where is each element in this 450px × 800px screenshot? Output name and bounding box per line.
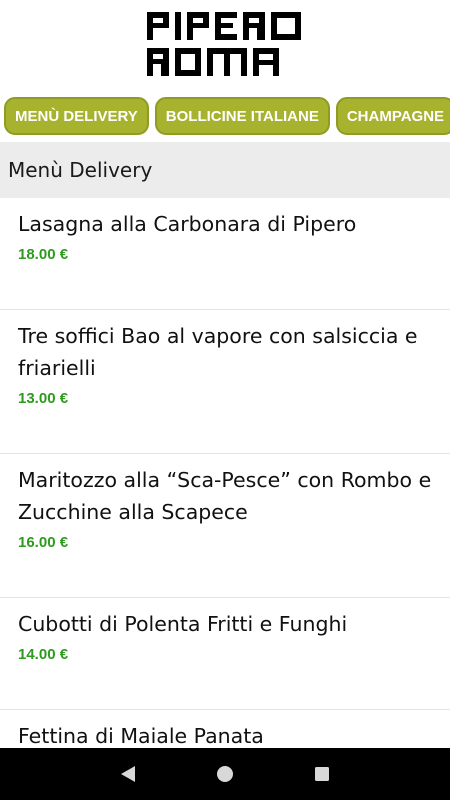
tab-champagne[interactable]: CHAMPAGNE xyxy=(335,97,450,135)
system-nav-bar xyxy=(0,748,450,800)
tab-bollicine-italiane[interactable]: BOLLICINE ITALIANE xyxy=(154,97,330,135)
section-title: Menù Delivery xyxy=(0,142,450,198)
menu-item-price: 13.00 € xyxy=(18,390,69,407)
menu-item-name: Fettina di Maiale Panata xyxy=(18,724,264,748)
home-button[interactable] xyxy=(205,754,245,794)
menu-item[interactable]: Tre soffici Bao al vapore con salsiccia … xyxy=(0,310,450,454)
pipero-roma-logo xyxy=(147,12,301,76)
app-header xyxy=(0,0,450,90)
menu-item-list: Lasagna alla Carbonara di Pipero 18.00 €… xyxy=(0,198,450,748)
menu-item-name: Tre soffici Bao al vapore con salsiccia … xyxy=(18,324,418,380)
menu-item-name: Lasagna alla Carbonara di Pipero xyxy=(18,212,357,236)
category-tabs: MENÙ DELIVERY BOLLICINE ITALIANE CHAMPAG… xyxy=(0,90,450,142)
menu-item[interactable]: Cubotti di Polenta Fritti e Funghi 14.00… xyxy=(0,598,450,710)
back-triangle-icon xyxy=(121,766,136,782)
back-button[interactable] xyxy=(108,754,148,794)
menu-item-price: 14.00 € xyxy=(18,646,69,663)
menu-item[interactable]: Fettina di Maiale Panata xyxy=(0,710,450,748)
menu-item-price: 18.00 € xyxy=(18,246,69,263)
menu-item-price: 16.00 € xyxy=(18,534,69,551)
menu-item-name: Cubotti di Polenta Fritti e Funghi xyxy=(18,612,348,636)
menu-item-name: Maritozzo alla “Sca-Pesce” con Rombo e Z… xyxy=(18,468,432,524)
tab-menu-delivery[interactable]: MENÙ DELIVERY xyxy=(4,97,149,135)
menu-item[interactable]: Lasagna alla Carbonara di Pipero 18.00 € xyxy=(0,198,450,310)
menu-item[interactable]: Maritozzo alla “Sca-Pesce” con Rombo e Z… xyxy=(0,454,450,598)
home-circle-icon xyxy=(216,766,233,782)
recents-button[interactable] xyxy=(302,754,342,794)
recents-square-icon xyxy=(314,767,329,781)
